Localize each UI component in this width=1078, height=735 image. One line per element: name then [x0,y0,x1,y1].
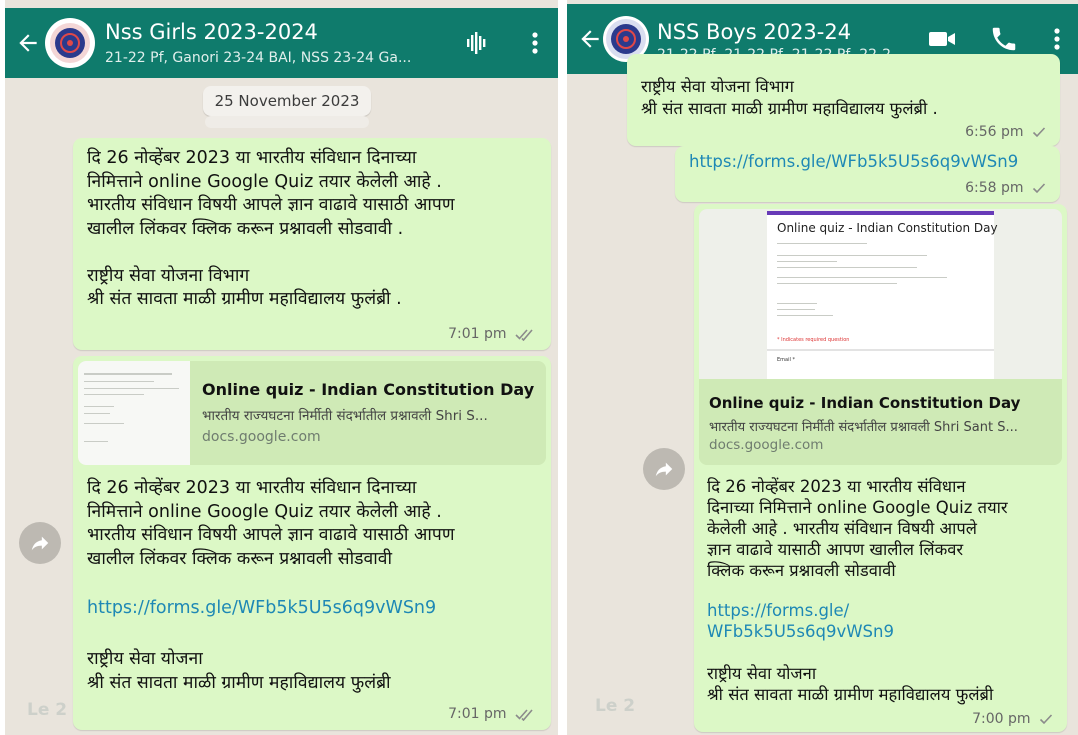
date-chip: 25 November 2023 [203,86,371,116]
chat-title[interactable]: NSS Boys 2023-24 [657,20,851,44]
form-required-note: * Indicates required question [777,337,850,343]
form-title: Online quiz - Indian Constitution Day [777,221,998,235]
right-chat-panel: NSS Boys 2023-24 21-22 Pf, 21-22 Pf, 21-… [567,0,1078,735]
message-signature: राष्ट्रीय सेवा योजना श्री संत सावता माळी… [87,649,391,693]
link-preview-card[interactable]: Online quiz - Indian Constitution Day भा… [78,361,546,465]
message-text: दि 26 नोव्हेंबर 2023 या भारतीय संविधान द… [87,148,455,309]
message-text: दि 26 नोव्हेंबर 2023 या भारतीय संविधान द… [87,478,455,569]
link-preview-thumbnail [78,361,190,465]
message-meta: 7:01 pm [448,326,537,342]
link-preview-title: Online quiz - Indian Constitution Day [709,394,1021,412]
message-time: 7:01 pm [448,706,507,722]
chat-header: Nss Girls 2023-2024 21-22 Pf, Ganori 23-… [5,8,558,78]
sent-tick-icon [1032,183,1046,194]
forward-button[interactable] [643,448,685,490]
message-meta: 7:00 pm [972,711,1053,727]
message-time: 7:00 pm [972,711,1031,727]
link-preview-title: Online quiz - Indian Constitution Day [202,380,535,399]
read-ticks-icon [515,329,533,341]
message-text: राष्ट्रीय सेवा योजना विभाग श्री संत सावत… [641,77,938,118]
read-ticks-icon [515,709,533,721]
phone-icon[interactable] [989,24,1019,54]
link-preview-description: भारतीय राज्यघटना निर्मीती संदर्भातील प्र… [202,408,488,424]
link-preview-domain: docs.google.com [202,429,321,445]
back-arrow-icon[interactable] [577,26,603,52]
message-link[interactable]: https://forms.gle/ WFb5k5U5s6q9vWSn9 [707,600,894,642]
message-bubble[interactable]: https://forms.gle/WFb5k5U5s6q9vWSn9 6:58… [675,146,1060,202]
forward-button[interactable] [19,522,61,564]
group-avatar[interactable] [45,18,95,68]
message-signature: राष्ट्रीय सेवा योजना श्री संत सावता माळी… [707,664,994,704]
chat-title[interactable]: Nss Girls 2023-2024 [105,20,318,44]
message-bubble[interactable]: दि 26 नोव्हेंबर 2023 या भारतीय संविधान द… [73,138,551,350]
message-link[interactable]: https://forms.gle/WFb5k5U5s6q9vWSn9 [689,150,1018,174]
link-preview-card[interactable]: Online quiz - Indian Constitution Day * … [699,209,1062,465]
message-time: 6:58 pm [965,180,1024,196]
more-vert-icon[interactable] [520,28,550,58]
forward-icon [655,462,673,477]
message-time: 6:56 pm [965,124,1024,140]
sent-tick-icon [1032,127,1046,138]
video-call-icon[interactable] [927,24,957,54]
forward-icon [31,536,49,551]
link-preview-description: भारतीय राज्यघटना निर्मीती संदर्भातील प्र… [709,420,1018,435]
message-meta: 6:56 pm [965,124,1046,140]
message-text: दि 26 नोव्हेंबर 2023 या भारतीय संविधान द… [707,477,1008,580]
message-meta: 6:58 pm [965,180,1046,196]
link-preview-domain: docs.google.com [709,437,824,453]
watermark: Le 2 [27,700,68,720]
date-chip-shadow [205,116,369,128]
more-vert-icon[interactable] [1042,24,1072,54]
group-avatar-icon [50,23,90,63]
left-chat-panel: Nss Girls 2023-2024 21-22 Pf, Ganori 23-… [5,0,558,735]
back-arrow-icon[interactable] [15,30,41,56]
message-link[interactable]: https://forms.gle/WFb5k5U5s6q9vWSn9 [87,597,436,621]
message-bubble[interactable]: राष्ट्रीय सेवा योजना विभाग श्री संत सावत… [627,54,1060,146]
chat-participants[interactable]: 21-22 Pf, Ganori 23-24 BAI, NSS 23-24 Ga… [105,50,411,66]
message-bubble[interactable]: Online quiz - Indian Constitution Day भा… [73,356,551,730]
message-meta: 7:01 pm [448,706,537,722]
form-email-label: Email * [777,357,795,363]
watermark: Le 2 [595,696,636,716]
message-bubble[interactable]: Online quiz - Indian Constitution Day * … [694,204,1067,732]
message-time: 7:01 pm [448,326,507,342]
sent-tick-icon [1039,714,1053,725]
audio-wave-icon[interactable] [462,28,492,58]
form-email-card: Email * [767,349,994,379]
link-preview-image: Online quiz - Indian Constitution Day * … [699,209,1062,379]
